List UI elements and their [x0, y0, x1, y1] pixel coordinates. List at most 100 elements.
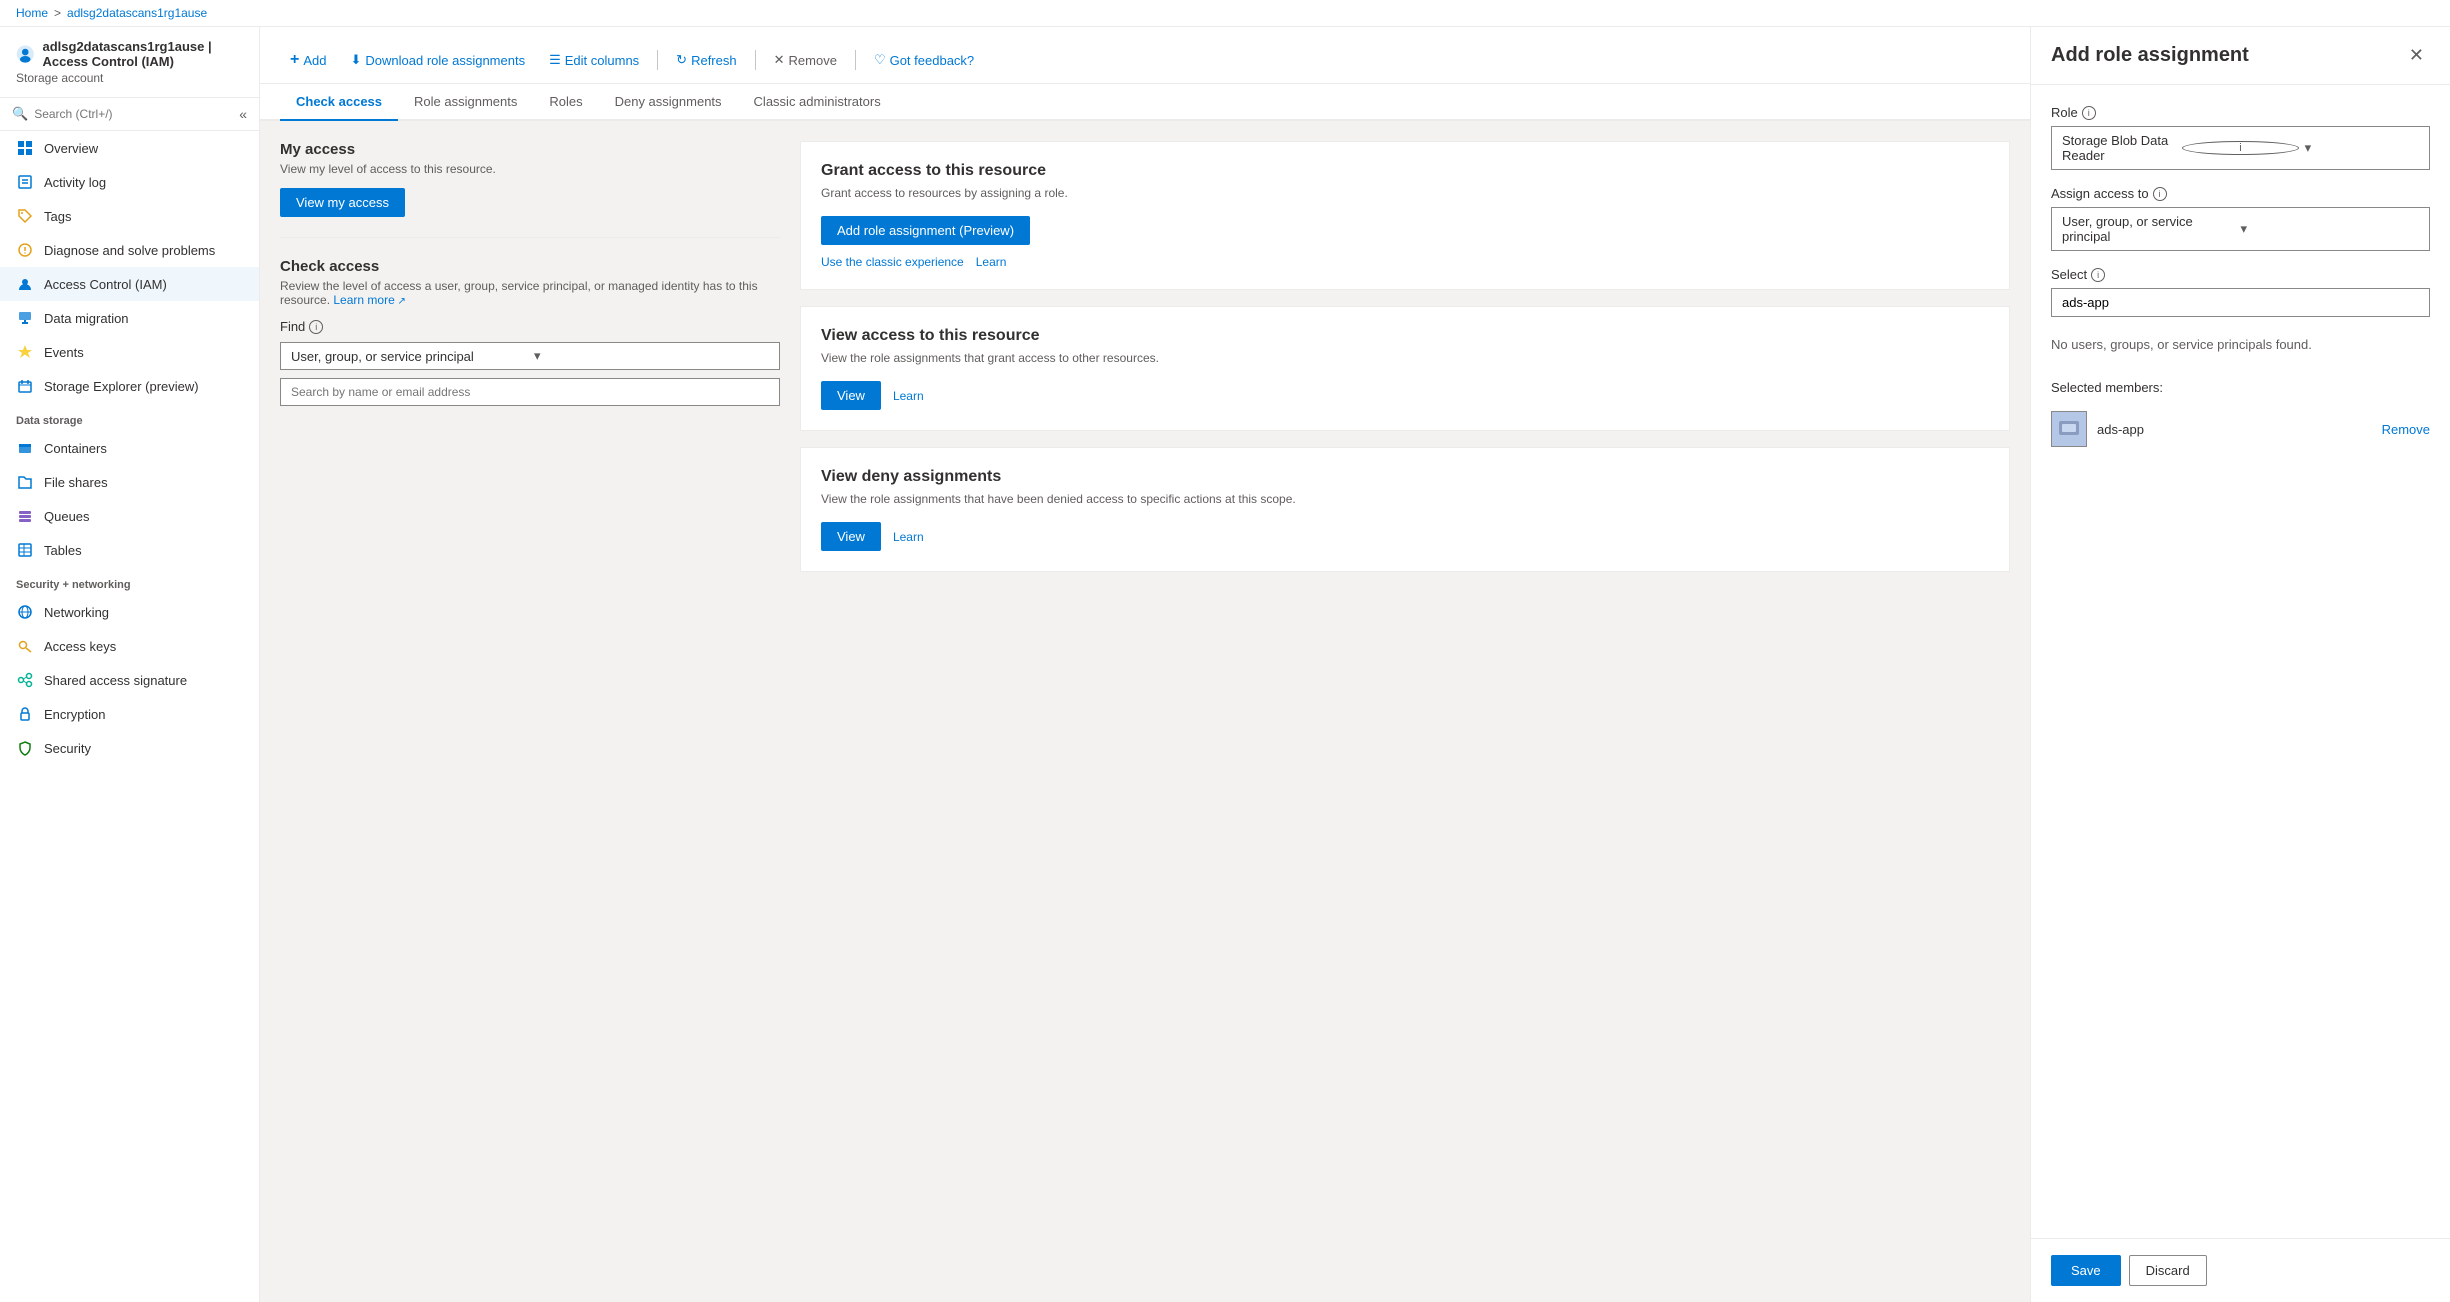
breadcrumb-home[interactable]: Home	[16, 6, 48, 20]
storage-explorer-icon	[16, 377, 34, 395]
sidebar-item-label: Access keys	[44, 639, 116, 654]
sidebar-item-label: Shared access signature	[44, 673, 187, 688]
breadcrumb-resource[interactable]: adlsg2datascans1rg1ause	[67, 6, 207, 20]
sidebar-collapse-btn[interactable]: «	[239, 106, 247, 122]
sidebar-item-security[interactable]: Security	[0, 731, 259, 765]
sidebar-item-label: Diagnose and solve problems	[44, 243, 215, 258]
view-access-learn-link[interactable]: Learn	[893, 389, 924, 403]
tab-roles[interactable]: Roles	[533, 84, 598, 121]
sidebar-item-label: File shares	[44, 475, 108, 490]
sidebar-item-queues[interactable]: Queues	[0, 499, 259, 533]
tab-classic-administrators[interactable]: Classic administrators	[738, 84, 897, 121]
save-button[interactable]: Save	[2051, 1255, 2121, 1286]
role-dropdown[interactable]: Storage Blob Data Reader i ▾	[2051, 126, 2430, 170]
close-panel-button[interactable]: ✕	[2403, 43, 2430, 68]
remove-member-link[interactable]: Remove	[2382, 422, 2430, 437]
my-access-title: My access	[280, 141, 780, 158]
member-name: ads-app	[2097, 422, 2372, 437]
left-panel: My access View my level of access to thi…	[280, 141, 780, 1282]
breadcrumb-sep1: >	[54, 6, 61, 20]
my-access-desc: View my level of access to this resource…	[280, 162, 780, 176]
sidebar-item-label: Encryption	[44, 707, 105, 722]
member-item: ads-app Remove	[2051, 405, 2430, 453]
select-search-input[interactable]	[2051, 288, 2430, 317]
security-section: Security + networking	[0, 567, 259, 595]
tabs-bar: Check access Role assignments Roles Deny…	[260, 84, 2030, 121]
sidebar-item-label: Containers	[44, 441, 107, 456]
sidebar-title: adlsg2datascans1rg1ause | Access Control…	[16, 39, 243, 69]
grant-learn-link[interactable]: Learn	[976, 255, 1007, 269]
sidebar-item-activity-log[interactable]: Activity log	[0, 165, 259, 199]
tab-check-access[interactable]: Check access	[280, 84, 398, 121]
assign-field-label: Assign access to i	[2051, 186, 2430, 201]
add-button[interactable]: + Add	[280, 47, 336, 73]
sidebar-item-shared-access[interactable]: Shared access signature	[0, 663, 259, 697]
sidebar-search-input[interactable]	[34, 107, 239, 121]
grant-access-actions: Add role assignment (Preview)	[821, 216, 1989, 245]
sidebar-item-label: Tables	[44, 543, 82, 558]
select-field-label: Select i	[2051, 267, 2430, 282]
toolbar: + Add ⬇ Download role assignments ☰ Edit…	[280, 39, 2010, 83]
page-title: adlsg2datascans1rg1ause | Access Control…	[42, 39, 243, 69]
remove-button[interactable]: ✕ Remove	[764, 48, 847, 72]
sidebar-item-file-shares[interactable]: File shares	[0, 465, 259, 499]
view-access-title: View access to this resource	[821, 327, 1989, 345]
sidebar-item-networking[interactable]: Networking	[0, 595, 259, 629]
refresh-button[interactable]: ↻ Refresh	[666, 48, 746, 72]
encryption-icon	[16, 705, 34, 723]
overview-icon	[16, 139, 34, 157]
role-info-inline-icon: i	[2182, 141, 2298, 155]
sidebar-item-overview[interactable]: Overview	[0, 131, 259, 165]
right-panel: Grant access to this resource Grant acce…	[800, 141, 2010, 1282]
view-deny-learn-link[interactable]: Learn	[893, 530, 924, 544]
sidebar-item-storage-explorer[interactable]: Storage Explorer (preview)	[0, 369, 259, 403]
toolbar-separator	[657, 50, 658, 70]
view-deny-button[interactable]: View	[821, 522, 881, 551]
view-deny-title: View deny assignments	[821, 468, 1989, 486]
view-access-button[interactable]: View	[821, 381, 881, 410]
data-storage-section: Data storage	[0, 403, 259, 431]
sidebar-item-containers[interactable]: Containers	[0, 431, 259, 465]
view-deny-card: View deny assignments View the role assi…	[800, 447, 2010, 572]
sidebar-item-label: Overview	[44, 141, 98, 156]
data-migration-icon	[16, 309, 34, 327]
view-access-actions: View Learn	[821, 381, 1989, 410]
discard-button[interactable]: Discard	[2129, 1255, 2207, 1286]
find-dropdown[interactable]: User, group, or service principal ▾	[280, 342, 780, 370]
sidebar-item-diagnose[interactable]: Diagnose and solve problems	[0, 233, 259, 267]
use-classic-experience-link[interactable]: Use the classic experience	[821, 255, 964, 269]
edit-columns-icon: ☰	[549, 52, 561, 68]
sidebar-item-encryption[interactable]: Encryption	[0, 697, 259, 731]
add-role-assignment-button[interactable]: Add role assignment (Preview)	[821, 216, 1030, 245]
sidebar-item-label: Security	[44, 741, 91, 756]
role-info-icon: i	[2082, 106, 2096, 120]
sidebar-item-label: Data migration	[44, 311, 129, 326]
sidebar-item-tables[interactable]: Tables	[0, 533, 259, 567]
sidebar: adlsg2datascans1rg1ause | Access Control…	[0, 27, 260, 1302]
security-icon	[16, 739, 34, 757]
sidebar-item-iam[interactable]: Access Control (IAM)	[0, 267, 259, 301]
sidebar-item-access-keys[interactable]: Access keys	[0, 629, 259, 663]
page-header: + Add ⬇ Download role assignments ☰ Edit…	[260, 27, 2030, 84]
download-role-assignments-button[interactable]: ⬇ Download role assignments	[340, 48, 535, 72]
sidebar-item-tags[interactable]: Tags	[0, 199, 259, 233]
edit-columns-button[interactable]: ☰ Edit columns	[539, 48, 649, 72]
refresh-icon: ↻	[676, 52, 687, 68]
learn-more-link[interactable]: Learn more	[333, 293, 406, 307]
feedback-icon: ♡	[874, 52, 886, 68]
chevron-down-icon: ▾	[534, 348, 769, 364]
tab-role-assignments[interactable]: Role assignments	[398, 84, 533, 121]
sidebar-item-events[interactable]: Events	[0, 335, 259, 369]
view-my-access-button[interactable]: View my access	[280, 188, 405, 217]
page-subtitle: Storage account	[16, 71, 243, 85]
sidebar-item-data-migration[interactable]: Data migration	[0, 301, 259, 335]
tab-deny-assignments[interactable]: Deny assignments	[599, 84, 738, 121]
assign-dropdown[interactable]: User, group, or service principal ▾	[2051, 207, 2430, 251]
file-shares-icon	[16, 473, 34, 491]
view-deny-desc: View the role assignments that have been…	[821, 492, 1989, 506]
role-chevron-icon: ▾	[2305, 140, 2419, 156]
account-icon	[16, 40, 34, 68]
tables-icon	[16, 541, 34, 559]
search-name-input[interactable]	[280, 378, 780, 406]
feedback-button[interactable]: ♡ Got feedback?	[864, 48, 984, 72]
